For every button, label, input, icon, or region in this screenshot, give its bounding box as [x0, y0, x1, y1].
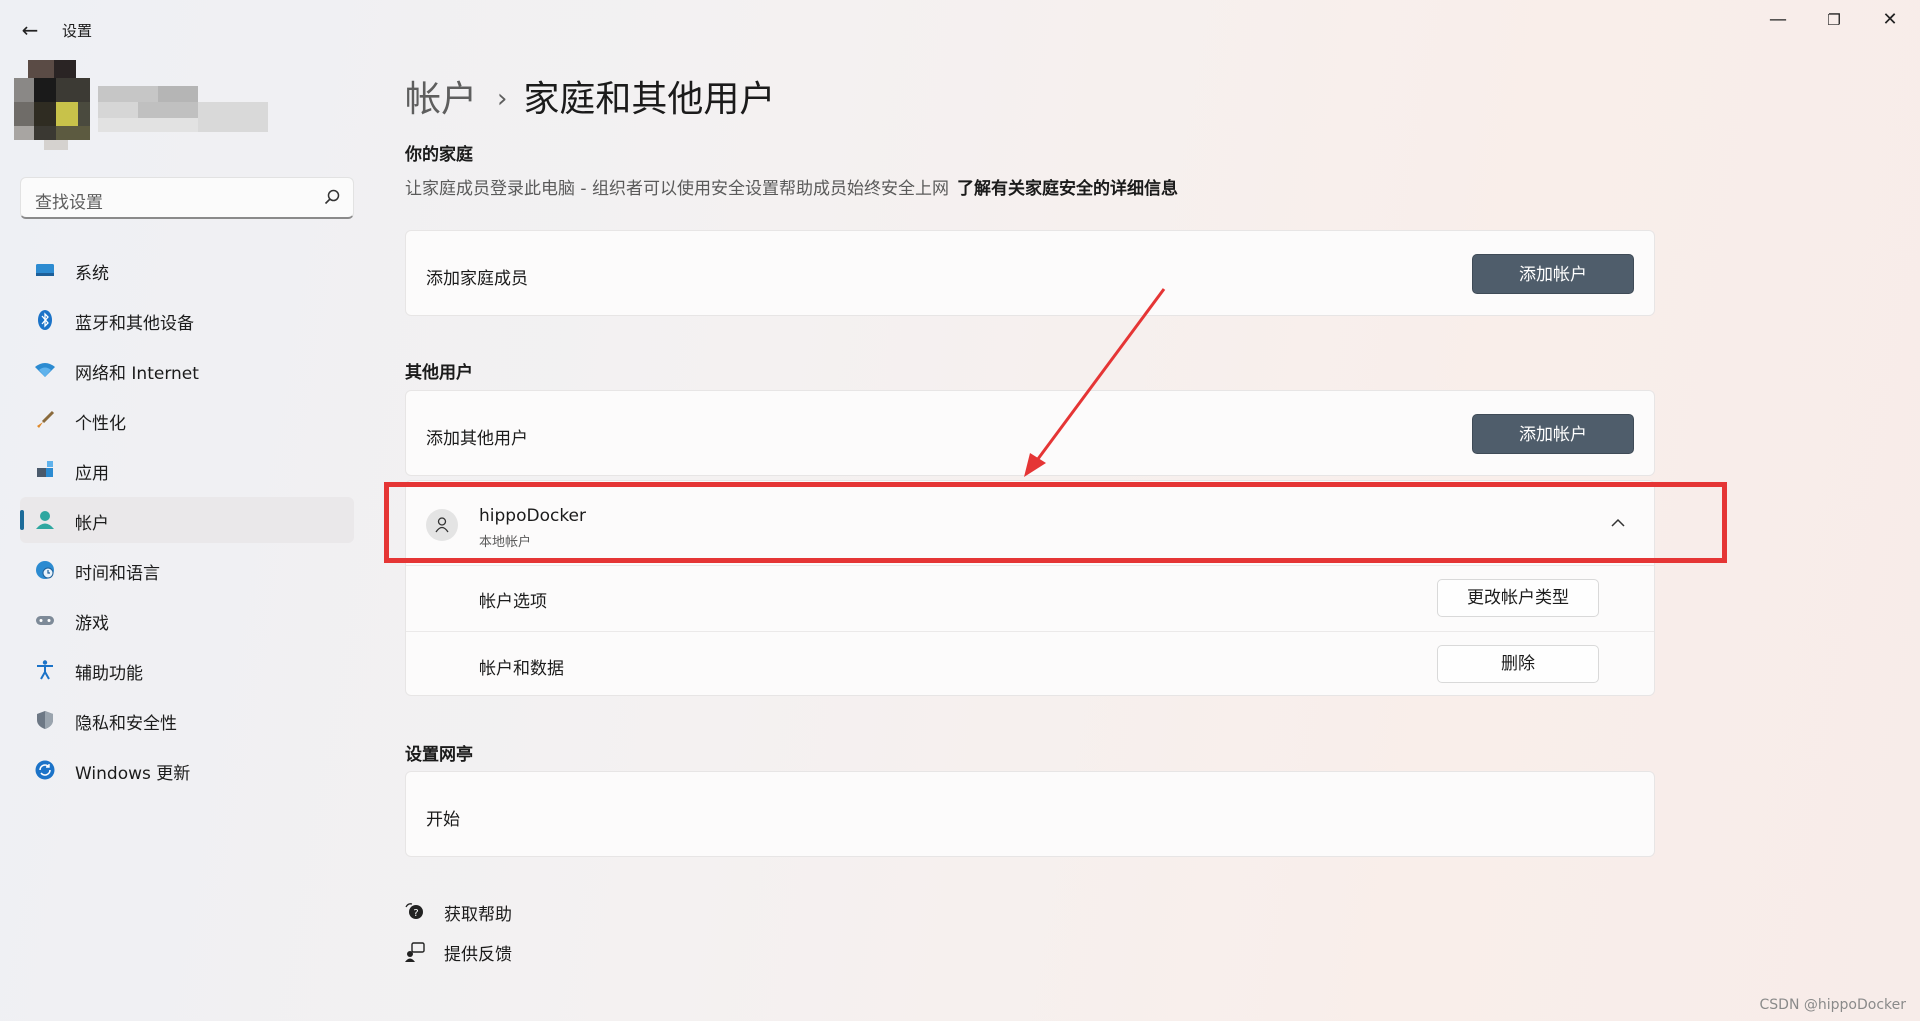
sidebar-item-system[interactable]: 系统: [20, 247, 354, 293]
sidebar-item-privacy[interactable]: 隐私和安全性: [20, 697, 354, 743]
restore-button[interactable]: ❐: [1814, 8, 1854, 32]
get-help-label: 获取帮助: [444, 905, 512, 925]
account-options-row: 帐户选项 更改帐户类型: [406, 565, 1654, 631]
kiosk-start-label: 开始: [426, 810, 460, 830]
annotation-arrow-icon: [1024, 288, 1166, 477]
search-icon: [324, 189, 340, 205]
sidebar-item-label: 系统: [75, 264, 109, 284]
user-profile[interactable]: [14, 60, 268, 150]
add-other-account-button[interactable]: 添加帐户: [1472, 414, 1634, 454]
clock-globe-icon: [36, 561, 54, 579]
accessibility-icon: [37, 660, 53, 680]
svg-text:?: ?: [413, 908, 418, 919]
apps-icon: [37, 461, 53, 477]
family-desc-text: 让家庭成员登录此电脑 - 组织者可以使用安全设置帮助成员始终安全上网: [405, 179, 949, 199]
close-button[interactable]: ✕: [1870, 8, 1910, 32]
sidebar-nav: 系统 蓝牙和其他设备 网络和 Internet 个性化 应用 帐户 时间和语言 …: [20, 247, 354, 797]
kiosk-card[interactable]: 开始: [405, 771, 1655, 857]
sidebar-item-label: 帐户: [75, 514, 109, 534]
sidebar-item-network[interactable]: 网络和 Internet: [20, 347, 354, 393]
other-users-section-title: 其他用户: [405, 363, 473, 383]
back-arrow-icon[interactable]: ←: [18, 18, 42, 42]
sidebar-item-bluetooth[interactable]: 蓝牙和其他设备: [20, 297, 354, 343]
sidebar-item-accessibility[interactable]: 辅助功能: [20, 647, 354, 693]
annotation-highlight-box: [384, 482, 1727, 563]
breadcrumb-separator-icon: ›: [497, 84, 508, 114]
gamepad-icon: [36, 616, 54, 625]
person-icon: [36, 511, 54, 529]
sidebar-item-personalization[interactable]: 个性化: [20, 397, 354, 443]
remove-account-button[interactable]: 删除: [1437, 645, 1599, 683]
sidebar-item-windows-update[interactable]: Windows 更新: [20, 747, 354, 793]
search-input[interactable]: 查找设置: [20, 177, 354, 219]
breadcrumb-parent[interactable]: 帐户: [405, 79, 477, 120]
family-section-title: 你的家庭: [405, 145, 473, 165]
sidebar-item-label: 应用: [75, 464, 109, 484]
add-family-account-button[interactable]: 添加帐户: [1472, 254, 1634, 294]
help-icon: ?: [405, 903, 423, 919]
sidebar-item-apps[interactable]: 应用: [20, 447, 354, 493]
watermark: CSDN @hippoDocker: [1759, 997, 1907, 1013]
sidebar-item-label: 游戏: [75, 614, 109, 634]
active-indicator: [20, 510, 24, 530]
profile-name-blurred: [98, 86, 268, 132]
update-icon: [35, 760, 55, 780]
sidebar-item-label: 蓝牙和其他设备: [75, 314, 194, 334]
title-bar: ← 设置 — ❐ ✕: [0, 0, 1920, 58]
add-family-label: 添加家庭成员: [426, 269, 528, 289]
brush-icon: [37, 410, 55, 428]
sidebar-item-accounts[interactable]: 帐户: [20, 497, 354, 543]
bluetooth-icon: [38, 310, 52, 330]
minimize-button[interactable]: —: [1758, 8, 1798, 32]
account-options-label: 帐户选项: [479, 592, 547, 612]
feedback-label: 提供反馈: [444, 945, 512, 965]
family-description: 让家庭成员登录此电脑 - 组织者可以使用安全设置帮助成员始终安全上网 了解有关家庭…: [405, 174, 1178, 199]
sidebar-item-label: Windows 更新: [75, 764, 191, 784]
shield-icon: [37, 711, 53, 729]
app-title: 设置: [62, 22, 93, 40]
account-data-label: 帐户和数据: [479, 659, 564, 679]
family-safety-link[interactable]: 了解有关家庭安全的详细信息: [957, 179, 1178, 199]
sidebar-item-label: 时间和语言: [75, 564, 160, 584]
feedback-icon: [405, 942, 425, 962]
sidebar-item-label: 网络和 Internet: [75, 364, 199, 384]
sidebar-item-label: 个性化: [75, 414, 126, 434]
sidebar-item-label: 辅助功能: [75, 664, 143, 684]
change-account-type-button[interactable]: 更改帐户类型: [1437, 579, 1599, 617]
search-placeholder: 查找设置: [35, 193, 103, 213]
monitor-icon: [36, 264, 54, 276]
breadcrumb: 帐户 › 家庭和其他用户: [405, 70, 775, 122]
wifi-icon: [35, 363, 55, 377]
add-other-user-label: 添加其他用户: [426, 429, 528, 449]
account-data-row: 帐户和数据 删除: [406, 631, 1654, 697]
sidebar-item-time-language[interactable]: 时间和语言: [20, 547, 354, 593]
page-title: 家庭和其他用户: [523, 79, 776, 120]
avatar: [14, 60, 90, 150]
sidebar-item-gaming[interactable]: 游戏: [20, 597, 354, 643]
sidebar-item-label: 隐私和安全性: [75, 714, 177, 734]
kiosk-section-title: 设置网亭: [405, 745, 473, 765]
